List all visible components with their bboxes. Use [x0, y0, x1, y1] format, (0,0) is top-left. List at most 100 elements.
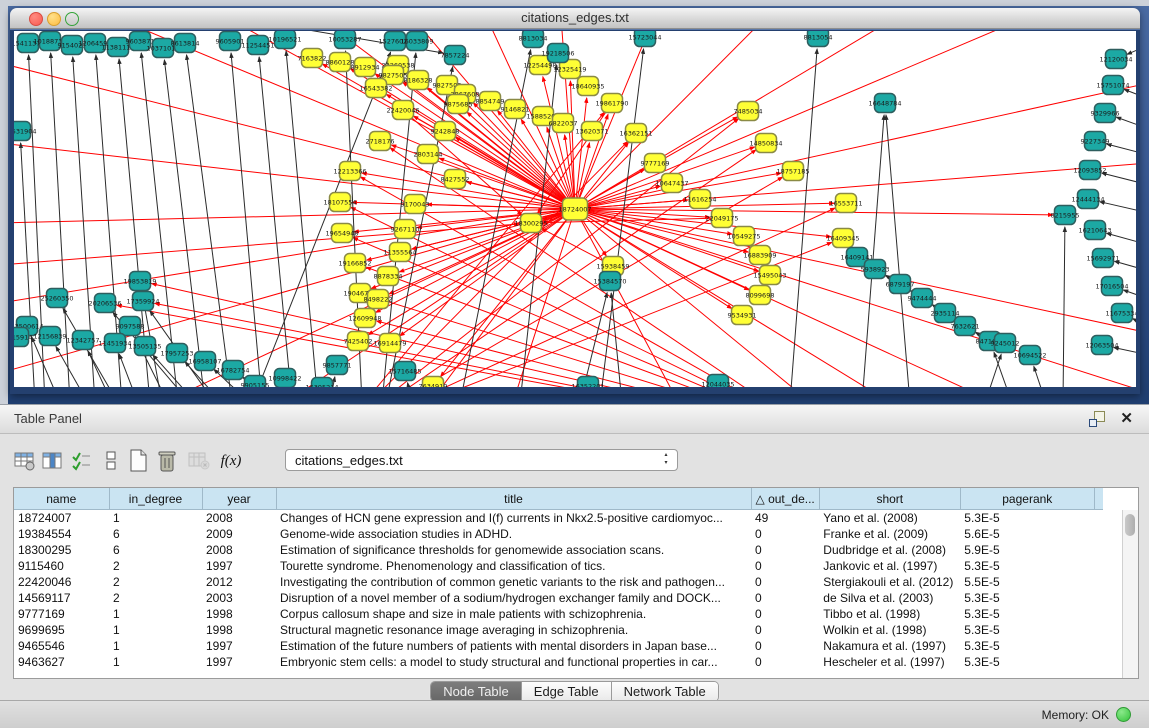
tab-edge-table[interactable]: Edge Table	[522, 682, 612, 701]
delete-column-icon[interactable]	[154, 447, 180, 475]
graph-node[interactable]: 8878334	[374, 267, 403, 286]
graph-node[interactable]: 6879197	[886, 275, 915, 294]
graph-node[interactable]: 12609948	[348, 309, 381, 328]
graph-node[interactable]: 12044035	[701, 375, 734, 388]
graph-node[interactable]: 18724007	[558, 198, 591, 220]
graph-node[interactable]: 19861790	[595, 94, 628, 113]
graph-node[interactable]: 18300295	[514, 214, 547, 233]
graph-node[interactable]: 7857224	[441, 46, 470, 65]
graph-node[interactable]: 11451934	[98, 334, 131, 353]
graph-node[interactable]: 20531904	[14, 122, 37, 141]
graph-node[interactable]: 9474444	[908, 289, 937, 308]
column-header[interactable]: △ out_de...	[751, 488, 819, 510]
graph-node[interactable]: 5938923	[861, 260, 890, 279]
graph-node[interactable]: 19166852	[338, 254, 371, 273]
graph-node[interactable]: 13505135	[128, 337, 161, 356]
scrollbar-thumb[interactable]	[1125, 514, 1135, 536]
graph-node[interactable]: 9267110	[391, 220, 420, 239]
graph-node[interactable]: 9857771	[323, 356, 352, 375]
column-header[interactable]: short	[819, 488, 960, 510]
graph-node[interactable]: 8215955	[1051, 206, 1080, 225]
graph-node[interactable]: 15495043	[753, 266, 786, 285]
network-canvas[interactable]: 1872400718300295716382288601288912934222…	[14, 31, 1136, 387]
graph-node[interactable]: 7485034	[734, 102, 763, 121]
tab-node-table[interactable]: Node Table	[431, 682, 522, 701]
graph-node[interactable]: 9905155	[241, 376, 270, 388]
graph-node[interactable]: 12093852	[1073, 161, 1106, 180]
graph-node[interactable]: 16409345	[826, 229, 859, 248]
memory-ok-icon[interactable]	[1116, 707, 1131, 722]
graph-node[interactable]: 9875685	[444, 95, 473, 114]
graph-node[interactable]: 2803144	[414, 145, 443, 164]
graph-node[interactable]: 19853819	[123, 272, 156, 291]
graph-node[interactable]: 11355564	[383, 243, 416, 262]
graph-node[interactable]: 14850834	[749, 134, 782, 153]
tab-network-table[interactable]: Network Table	[612, 682, 718, 701]
show-column-icon[interactable]	[40, 447, 66, 475]
table-row[interactable]: 969969511998Structural magnetic resonanc…	[14, 622, 1103, 638]
graph-node[interactable]: 12120034	[1099, 50, 1132, 69]
graph-node[interactable]: 20206536	[88, 294, 121, 313]
row-height-icon[interactable]	[98, 447, 124, 475]
graph-node[interactable]: 9605901	[216, 32, 245, 51]
table-row[interactable]: 2242004622012Investigating the contribut…	[14, 574, 1103, 590]
graph-node[interactable]: 9097588	[116, 317, 145, 336]
graph-node[interactable]: 16210643	[1078, 221, 1111, 240]
graph-node[interactable]: 8912934	[351, 58, 380, 77]
graph-node[interactable]: 16648784	[868, 94, 901, 113]
table-mode-icon[interactable]	[12, 447, 38, 475]
graph-node[interactable]: 9242848	[431, 122, 460, 141]
table-selector-combo[interactable]: citations_edges.txt ▴▾	[285, 449, 678, 471]
table-row[interactable]: 946362711997Embryonic stem cells: a mode…	[14, 654, 1103, 670]
table-row[interactable]: 1938455462009Genome-wide association stu…	[14, 526, 1103, 542]
graph-node[interactable]: 8186328	[404, 71, 433, 90]
graph-node[interactable]: 15692971	[1086, 249, 1119, 268]
combo-stepper-icon[interactable]: ▴▾	[659, 451, 673, 469]
column-header[interactable]: name	[14, 488, 109, 510]
graph-node[interactable]: 15723044	[628, 31, 661, 47]
graph-node[interactable]: 8613814	[171, 34, 200, 53]
graph-node[interactable]: 9227349	[1081, 132, 1110, 151]
graph-node[interactable]: 8813034	[519, 31, 548, 48]
graph-node[interactable]: 16914479	[373, 334, 406, 353]
graph-node[interactable]: 9329966	[1091, 104, 1120, 123]
function-builder-icon[interactable]: f(x)	[218, 447, 244, 475]
graph-node[interactable]: 12444134	[1071, 190, 1104, 209]
graph-node[interactable]: 10998422	[268, 369, 301, 388]
graph-node[interactable]: 7425402	[344, 332, 373, 351]
table-row[interactable]: 1456911722003Disruption of a novel membe…	[14, 590, 1103, 606]
graph-node[interactable]: 13620371	[575, 122, 608, 141]
graph-node[interactable]: 8498222	[364, 290, 393, 309]
graph-node[interactable]: 10694522	[1013, 346, 1046, 365]
graph-node[interactable]: 6822037	[549, 114, 578, 133]
table-row[interactable]: 946554611997Estimation of the future num…	[14, 638, 1103, 654]
graph-node[interactable]: 12063504	[1085, 336, 1118, 355]
table-row[interactable]: 1830029562008Estimation of significance …	[14, 542, 1103, 558]
graph-node[interactable]: 17016504	[1095, 277, 1128, 296]
table-row[interactable]: 1872400712008Changes of HCN gene express…	[14, 510, 1103, 527]
table-scrollbar[interactable]	[1122, 510, 1138, 678]
window-titlebar[interactable]: citations_edges.txt	[10, 8, 1140, 29]
column-header[interactable]: year	[202, 488, 276, 510]
float-panel-icon[interactable]	[1089, 411, 1105, 427]
graph-node[interactable]: 9170043	[401, 195, 430, 214]
graph-node[interactable]: 11675334	[1105, 304, 1136, 323]
graph-node[interactable]: 8427552	[441, 170, 470, 189]
graph-node[interactable]: 8813054	[804, 31, 833, 47]
table-row[interactable]: 911546021997Tourette syndrome. Phenomeno…	[14, 558, 1103, 574]
graph-node[interactable]: 8099698	[746, 286, 775, 305]
graph-node[interactable]: 16362151	[619, 124, 652, 143]
column-header[interactable]: in_degree	[109, 488, 202, 510]
select-columns-icon[interactable]	[68, 447, 94, 475]
graph-node[interactable]: 7163822	[298, 49, 327, 68]
graph-node[interactable]: 9245012	[991, 334, 1020, 353]
graph-node[interactable]: 9146821	[501, 100, 530, 119]
graph-node[interactable]: 12342757	[66, 331, 99, 350]
column-header[interactable]: title	[276, 488, 751, 510]
close-panel-icon[interactable]: ✕	[1120, 409, 1133, 427]
graph-node[interactable]: 9534931	[728, 306, 757, 325]
graph-node[interactable]: 15751074	[1096, 76, 1129, 95]
delete-table-icon[interactable]	[186, 447, 212, 475]
new-table-icon[interactable]	[126, 447, 152, 475]
graph-node[interactable]: 2718176	[366, 132, 395, 151]
